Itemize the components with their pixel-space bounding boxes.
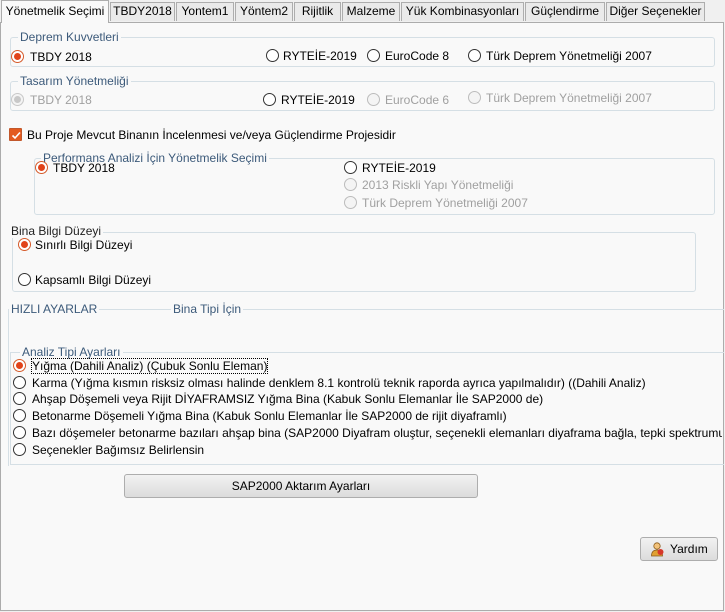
help-person-icon [651,542,664,557]
tasarim-ryteie-label: RYTEİE-2019 [281,93,355,107]
deprem-tdy2007-radio[interactable] [468,49,481,62]
analiz-karma-radio[interactable] [13,376,26,389]
tab-guclendirme[interactable]: Güçlendirme [525,2,605,21]
deprem-tdy2007-label: Türk Deprem Yönetmeliği 2007 [486,49,652,63]
tab-diger-secenekler[interactable]: Diğer Seçenekler [606,2,705,21]
tab-yuk-kombinasyonlari[interactable]: Yük Kombinasyonları [401,2,524,21]
analiz-karisik-label: Bazı döşemeler betonarme bazıları ahşap … [32,426,722,440]
hizli-ayarlar-title: HIZLI AYARLAR [9,302,100,316]
sap2000-aktarim-button[interactable]: SAP2000 Aktarım Ayarları [124,474,478,498]
bina-bilgi-legend: Bina Bilgi Düzeyi [9,224,104,238]
tasarim-eurocode6-radio[interactable] [367,93,380,106]
deprem-kuvvetleri-legend: Deprem Kuvvetleri [18,30,121,44]
tab-rijitlik[interactable]: Rijitlik [294,2,341,21]
analiz-ahsap-label: Ahşap Döşemeli veya Rijit DİYAFRAMSIZ Yı… [32,392,544,406]
hizli-ayarlar-divider [8,309,724,310]
analiz-yigma-label: Yığma (Dahili Analiz) (Çubuk Sonlu Elema… [30,358,269,374]
help-button[interactable]: Yardım [640,537,718,561]
deprem-eurocode8-radio[interactable] [367,49,380,62]
tab-yontem1[interactable]: Yontem1 [176,2,234,21]
hizli-ayarlar-left-border [8,309,9,466]
deprem-tbdy2018-label: TBDY 2018 [30,50,92,64]
tab-bar: Yönetmelik Seçimi TBDY2018 Yontem1 Yönte… [0,0,725,23]
bilgi-kapsamli-radio[interactable] [18,273,31,286]
tasarim-tdy2007-label: Türk Deprem Yönetmeliği 2007 [486,91,652,105]
mevcut-bina-checkbox[interactable] [9,128,22,141]
perf-riskli-yapi-label: 2013 Riskli Yapı Yönetmeliği [362,178,514,192]
analiz-bagimsiz-label: Seçenekler Bağımsız Belirlensin [32,443,205,457]
bina-tipi-title: Bina Tipi İçin [171,302,244,316]
analiz-bagimsiz-radio[interactable] [13,443,26,456]
analiz-ahsap-radio[interactable] [13,392,26,405]
perf-riskli-yapi-radio[interactable] [344,178,357,191]
tab-yontem2[interactable]: Yöntem2 [235,2,293,21]
perf-tdy2007-label: Türk Deprem Yönetmeliği 2007 [362,196,528,210]
analiz-tipi-left-border [10,352,11,464]
tasarim-tbdy2018-label: TBDY 2018 [30,93,92,107]
perf-ryteie-label: RYTEİE-2019 [362,161,436,175]
perf-ryteie-radio[interactable] [344,161,357,174]
deprem-eurocode8-label: EuroCode 8 [385,49,450,63]
analiz-betonarme-label: Betonarme Döşemeli Yığma Bina (Kabuk Son… [32,409,507,423]
analiz-tipi-legend: Analiz Tipi Ayarları [20,345,123,359]
deprem-ryteie-label: RYTEİE-2019 [283,49,357,63]
analiz-karma-label: Karma (Yığma kısmın risksiz olması halin… [32,376,646,390]
perf-tdy2007-radio[interactable] [344,196,357,209]
analiz-tipi-bottom-border [10,464,724,465]
tasarim-ryteie-radio[interactable] [263,93,276,106]
bilgi-sinirli-radio[interactable] [18,238,31,251]
deprem-ryteie-radio[interactable] [266,49,279,62]
bilgi-sinirli-label: Sınırlı Bilgi Düzeyi [35,238,133,252]
checkmark-icon [11,131,21,140]
perf-tbdy2018-radio[interactable] [35,161,48,174]
analiz-yigma-radio[interactable] [13,359,26,372]
bilgi-kapsamli-label: Kapsamlı Bilgi Düzeyi [35,273,152,287]
tasarim-yonetmeligi-legend: Tasarım Yönetmeliği [18,74,131,88]
tab-yonetmelik-secimi[interactable]: Yönetmelik Seçimi [1,0,109,23]
mevcut-bina-label: Bu Proje Mevcut Binanın İncelenmesi ve/v… [27,128,396,142]
analiz-betonarme-radio[interactable] [13,409,26,422]
perf-tbdy2018-label: TBDY 2018 [53,161,115,175]
tab-malzeme[interactable]: Malzeme [342,2,400,21]
tasarim-tdy2007-radio[interactable] [468,91,481,104]
tasarim-tbdy2018-radio[interactable] [11,93,24,106]
tasarim-eurocode6-label: EuroCode 6 [385,93,450,107]
help-button-label: Yardım [670,542,708,556]
tab-tbdy2018[interactable]: TBDY2018 [110,2,175,21]
deprem-tbdy2018-radio[interactable] [11,50,24,63]
analiz-karisik-radio[interactable] [13,426,26,439]
